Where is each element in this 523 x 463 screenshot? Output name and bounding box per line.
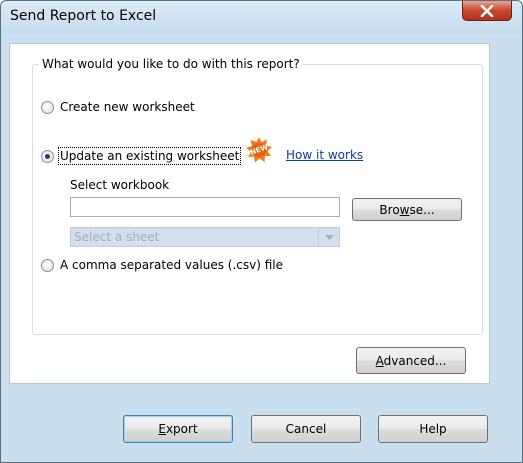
report-action-group: What would you like to do with this repo… — [32, 57, 483, 335]
create-new-worksheet-radio[interactable] — [41, 100, 54, 114]
sheet-select: Select a sheet — [70, 227, 340, 247]
update-existing-worksheet-label: Update an existing worksheet — [57, 147, 242, 165]
create-new-worksheet-label: Create new worksheet — [60, 100, 195, 114]
browse-button[interactable]: Browse... — [352, 198, 462, 221]
browse-button-label: Browse... — [379, 202, 435, 217]
send-report-dialog: Send Report to Excel What would you like… — [0, 0, 523, 463]
update-existing-worksheet-option[interactable]: Update an existing worksheet — [41, 147, 242, 165]
content-panel: What would you like to do with this repo… — [9, 43, 490, 384]
select-workbook-label: Select workbook — [70, 178, 170, 192]
cancel-button[interactable]: Cancel — [251, 415, 361, 443]
advanced-button-label: Advanced... — [375, 353, 447, 368]
new-badge: NEW — [246, 137, 272, 163]
export-button-label: Export — [158, 422, 198, 436]
how-it-works-link[interactable]: How it works — [286, 148, 363, 162]
workbook-path-input[interactable] — [70, 197, 340, 217]
window-title: Send Report to Excel — [10, 8, 157, 24]
cancel-button-label: Cancel — [285, 422, 327, 436]
csv-file-option[interactable]: A comma separated values (.csv) file — [41, 258, 283, 272]
help-button-label: Help — [419, 422, 447, 436]
advanced-button[interactable]: Advanced... — [356, 347, 466, 374]
update-existing-worksheet-radio[interactable] — [41, 149, 54, 163]
help-button[interactable]: Help — [378, 415, 488, 443]
close-button[interactable] — [462, 1, 512, 21]
close-icon — [480, 4, 494, 17]
create-new-worksheet-option[interactable]: Create new worksheet — [41, 100, 195, 114]
title-bar[interactable]: Send Report to Excel — [1, 1, 522, 33]
chevron-down-icon — [318, 228, 339, 246]
csv-file-label: A comma separated values (.csv) file — [60, 258, 283, 272]
group-legend: What would you like to do with this repo… — [39, 57, 303, 71]
csv-file-radio[interactable] — [41, 258, 54, 272]
sheet-select-placeholder: Select a sheet — [74, 230, 160, 244]
export-button[interactable]: Export — [123, 415, 233, 443]
